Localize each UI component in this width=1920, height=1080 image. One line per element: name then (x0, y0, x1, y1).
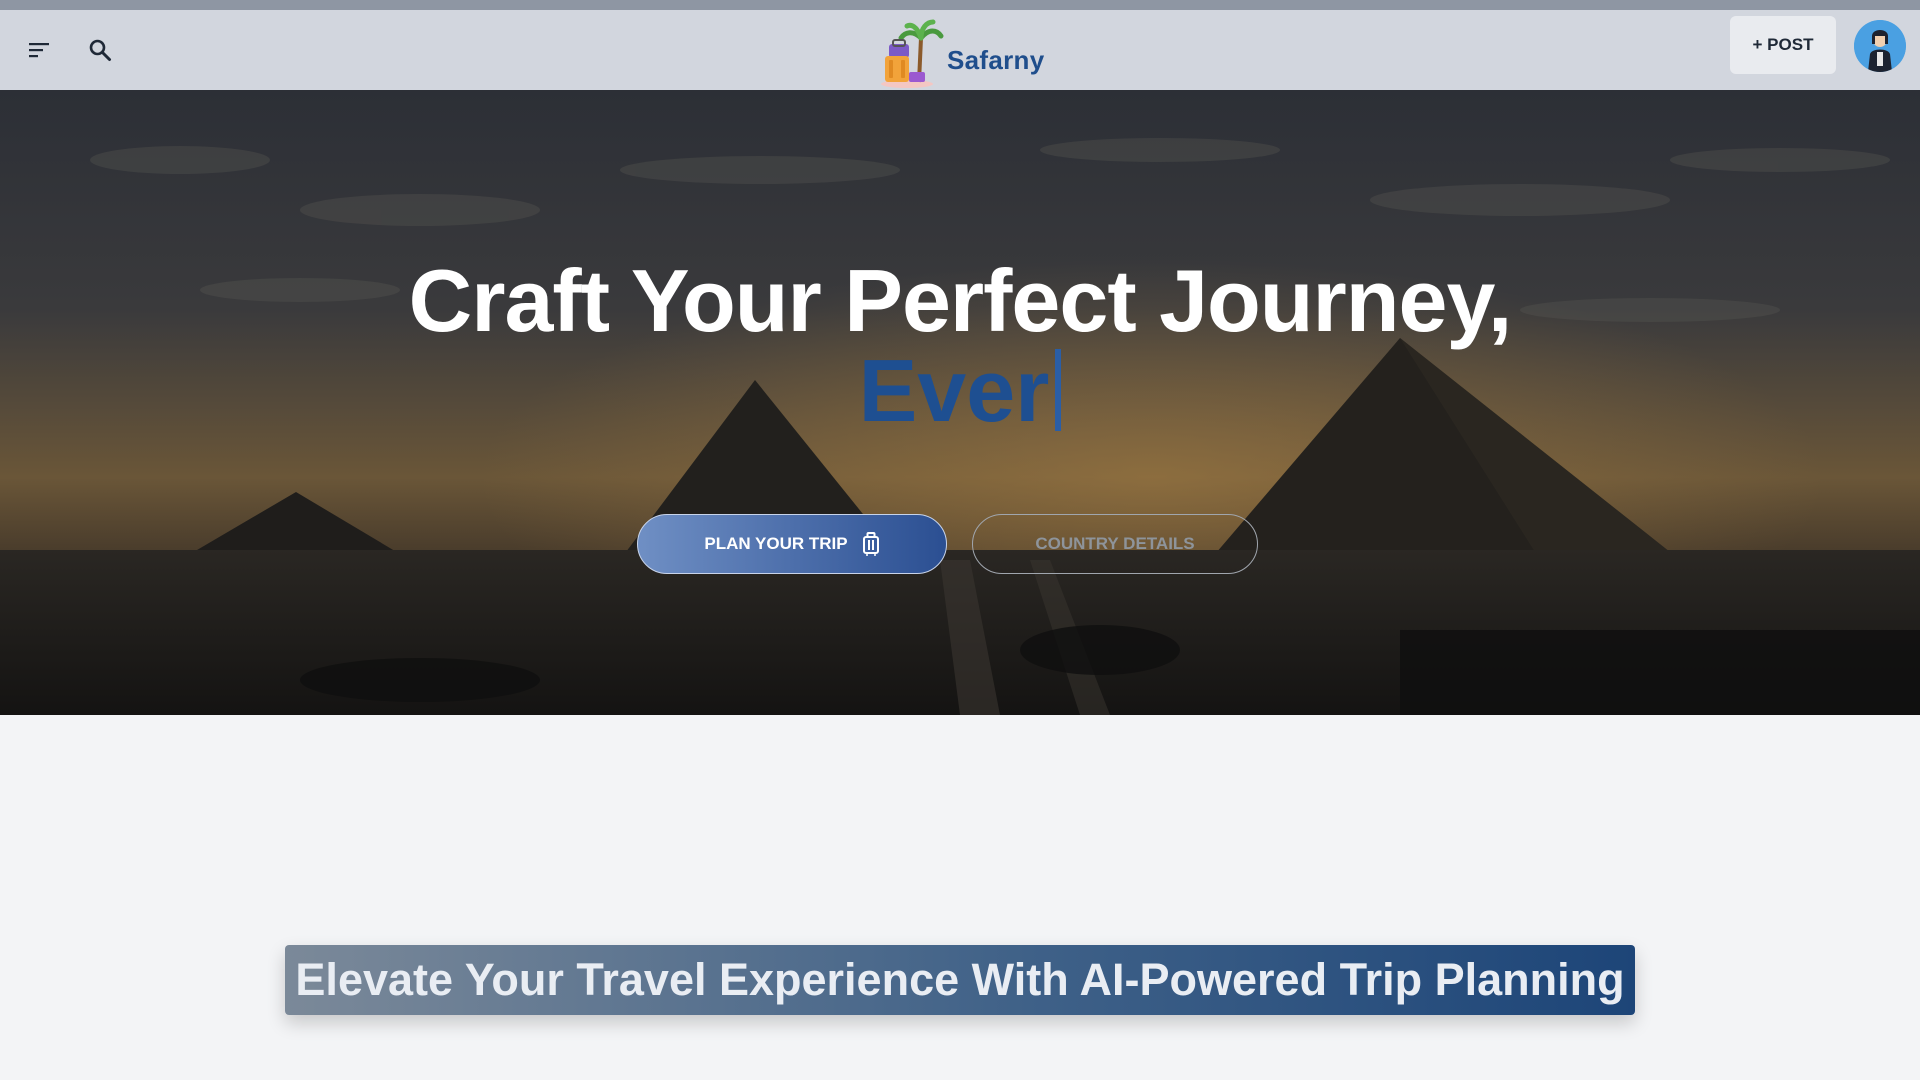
brand-logo[interactable]: Safarny (875, 12, 1044, 88)
plan-your-trip-button[interactable]: PLAN YOUR TRIP (637, 514, 947, 574)
typed-word: Ever (858, 341, 1050, 440)
tagline-text: Elevate Your Travel Experience With AI-P… (295, 954, 1625, 1005)
search-icon[interactable] (80, 30, 120, 70)
hero-section: Craft Your Perfect Journey, Ever PLAN YO… (0, 90, 1920, 715)
luggage-icon (862, 532, 879, 556)
suitcase-palm-logo-icon (881, 19, 944, 88)
brand-name: Safarny (947, 45, 1045, 75)
navbar: Safarny + POST (0, 10, 1920, 90)
typing-cursor (1055, 349, 1062, 431)
plan-your-trip-label: PLAN YOUR TRIP (704, 534, 848, 553)
post-button[interactable]: + POST (1730, 16, 1836, 74)
top-strip (0, 0, 1920, 10)
hero-typed-text: Ever (0, 340, 1920, 442)
hamburger-menu-icon[interactable] (20, 30, 60, 70)
hero-title: Craft Your Perfect Journey, (408, 251, 1513, 350)
tagline-banner: Elevate Your Travel Experience With AI-P… (285, 945, 1635, 1015)
user-avatar-icon[interactable] (1854, 20, 1906, 72)
country-details-button[interactable]: COUNTRY DETAILS (972, 514, 1258, 574)
